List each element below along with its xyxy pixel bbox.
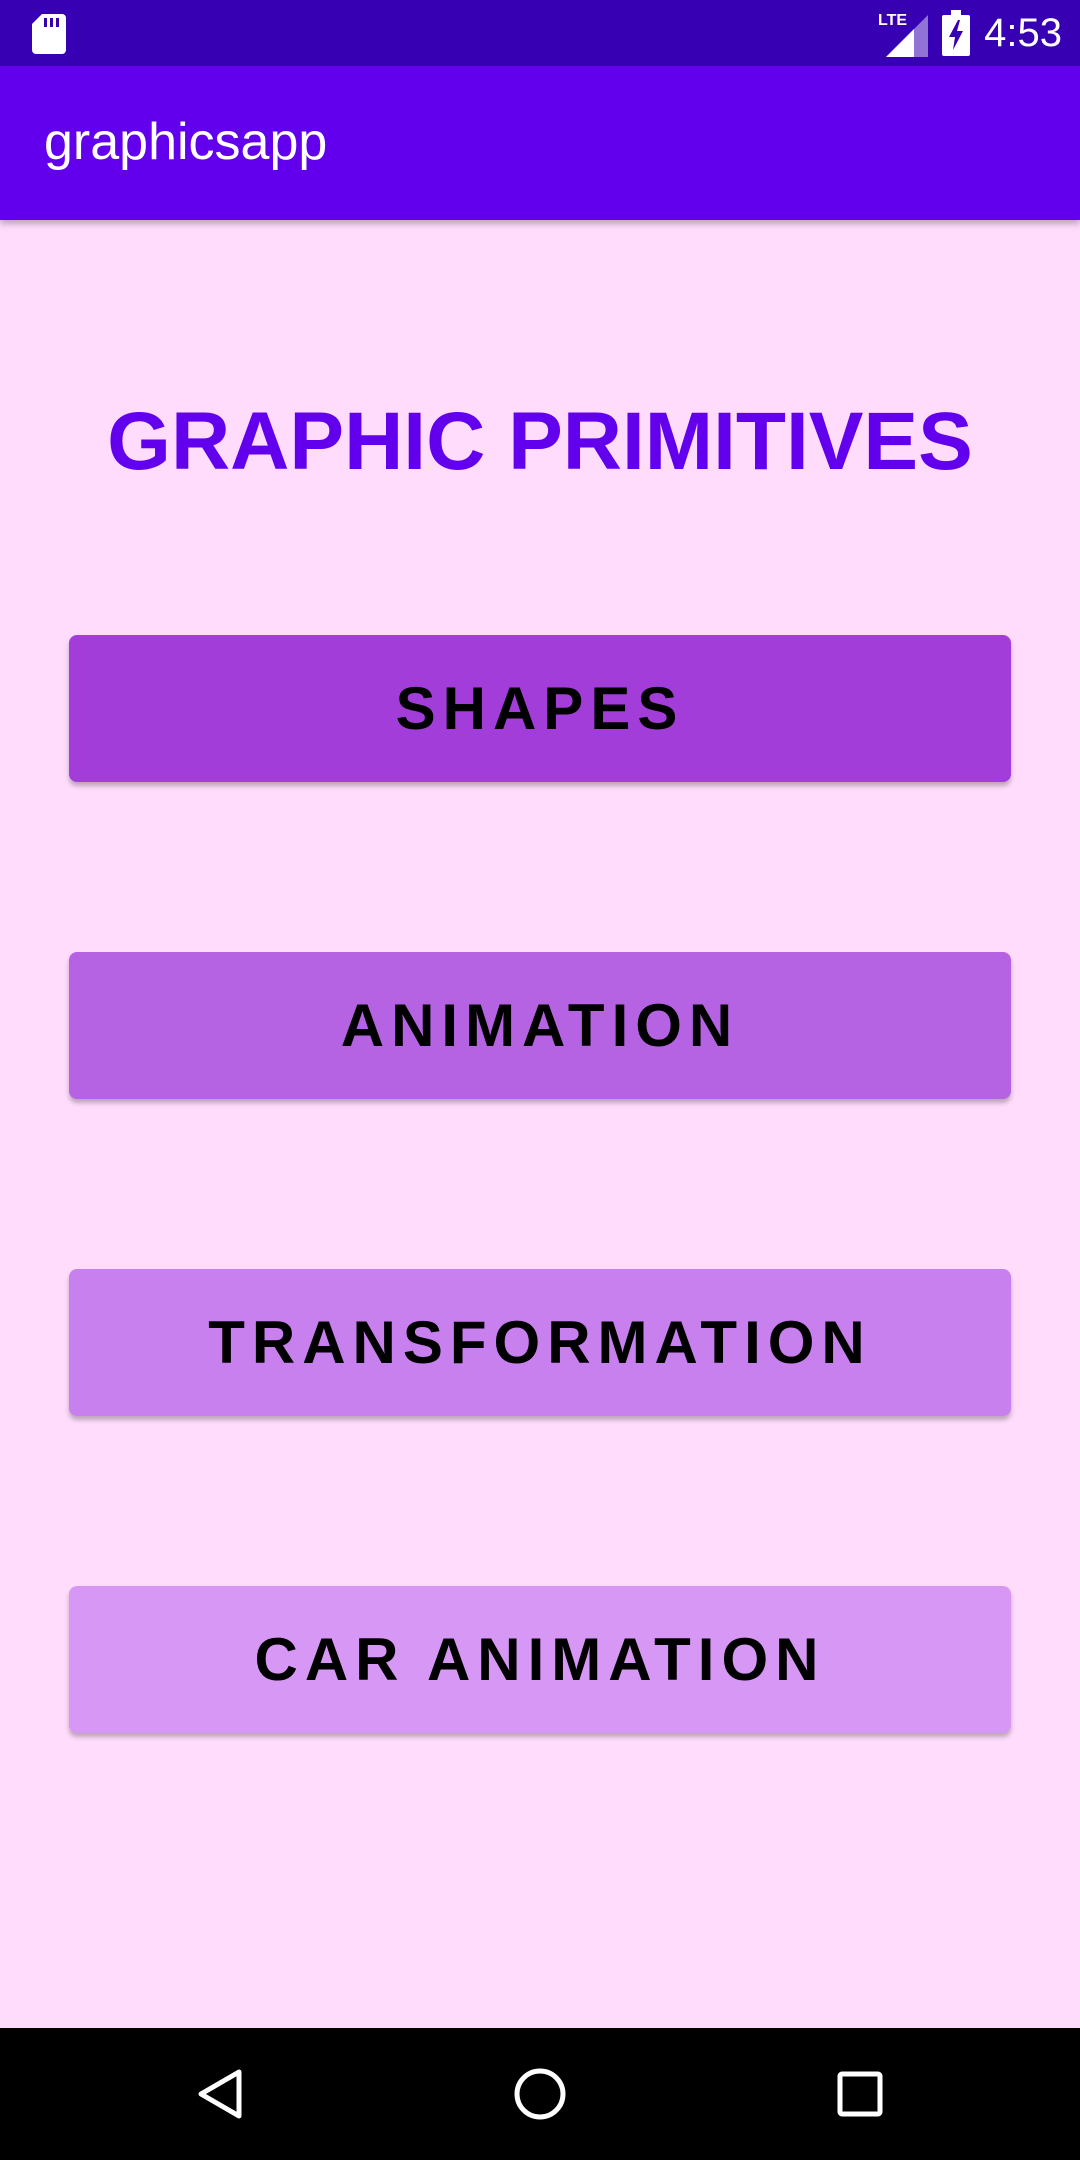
recents-square-icon xyxy=(837,2071,883,2117)
sd-card-icon xyxy=(32,14,66,54)
animation-button-label: ANIMATION xyxy=(340,992,740,1059)
shapes-button-label: SHAPES xyxy=(395,675,685,742)
transformation-button-label: TRANSFORMATION xyxy=(208,1309,872,1376)
car-animation-button[interactable]: CAR ANIMATION xyxy=(69,1586,1011,1733)
home-circle-icon xyxy=(514,2068,566,2120)
status-time: 4:53 xyxy=(984,10,1062,55)
network-type-label: LTE xyxy=(878,12,907,29)
status-bar: LTE 4:53 xyxy=(0,0,1080,66)
navigation-bar xyxy=(0,2028,1080,2160)
app-bar: graphicsapp xyxy=(0,66,1080,220)
shapes-button[interactable]: SHAPES xyxy=(69,635,1011,782)
signal-icon: LTE xyxy=(878,12,929,57)
page-heading: GRAPHIC PRIMITIVES xyxy=(107,396,973,487)
back-button[interactable] xyxy=(183,2056,259,2132)
recents-button[interactable] xyxy=(822,2056,898,2132)
transformation-button[interactable]: TRANSFORMATION xyxy=(69,1269,1011,1416)
app-title: graphicsapp xyxy=(44,113,328,171)
back-triangle-icon xyxy=(198,2069,242,2119)
battery-charging-icon xyxy=(942,10,971,56)
home-button[interactable] xyxy=(502,2056,578,2132)
animation-button[interactable]: ANIMATION xyxy=(69,952,1011,1099)
car-animation-button-label: CAR ANIMATION xyxy=(254,1626,826,1693)
